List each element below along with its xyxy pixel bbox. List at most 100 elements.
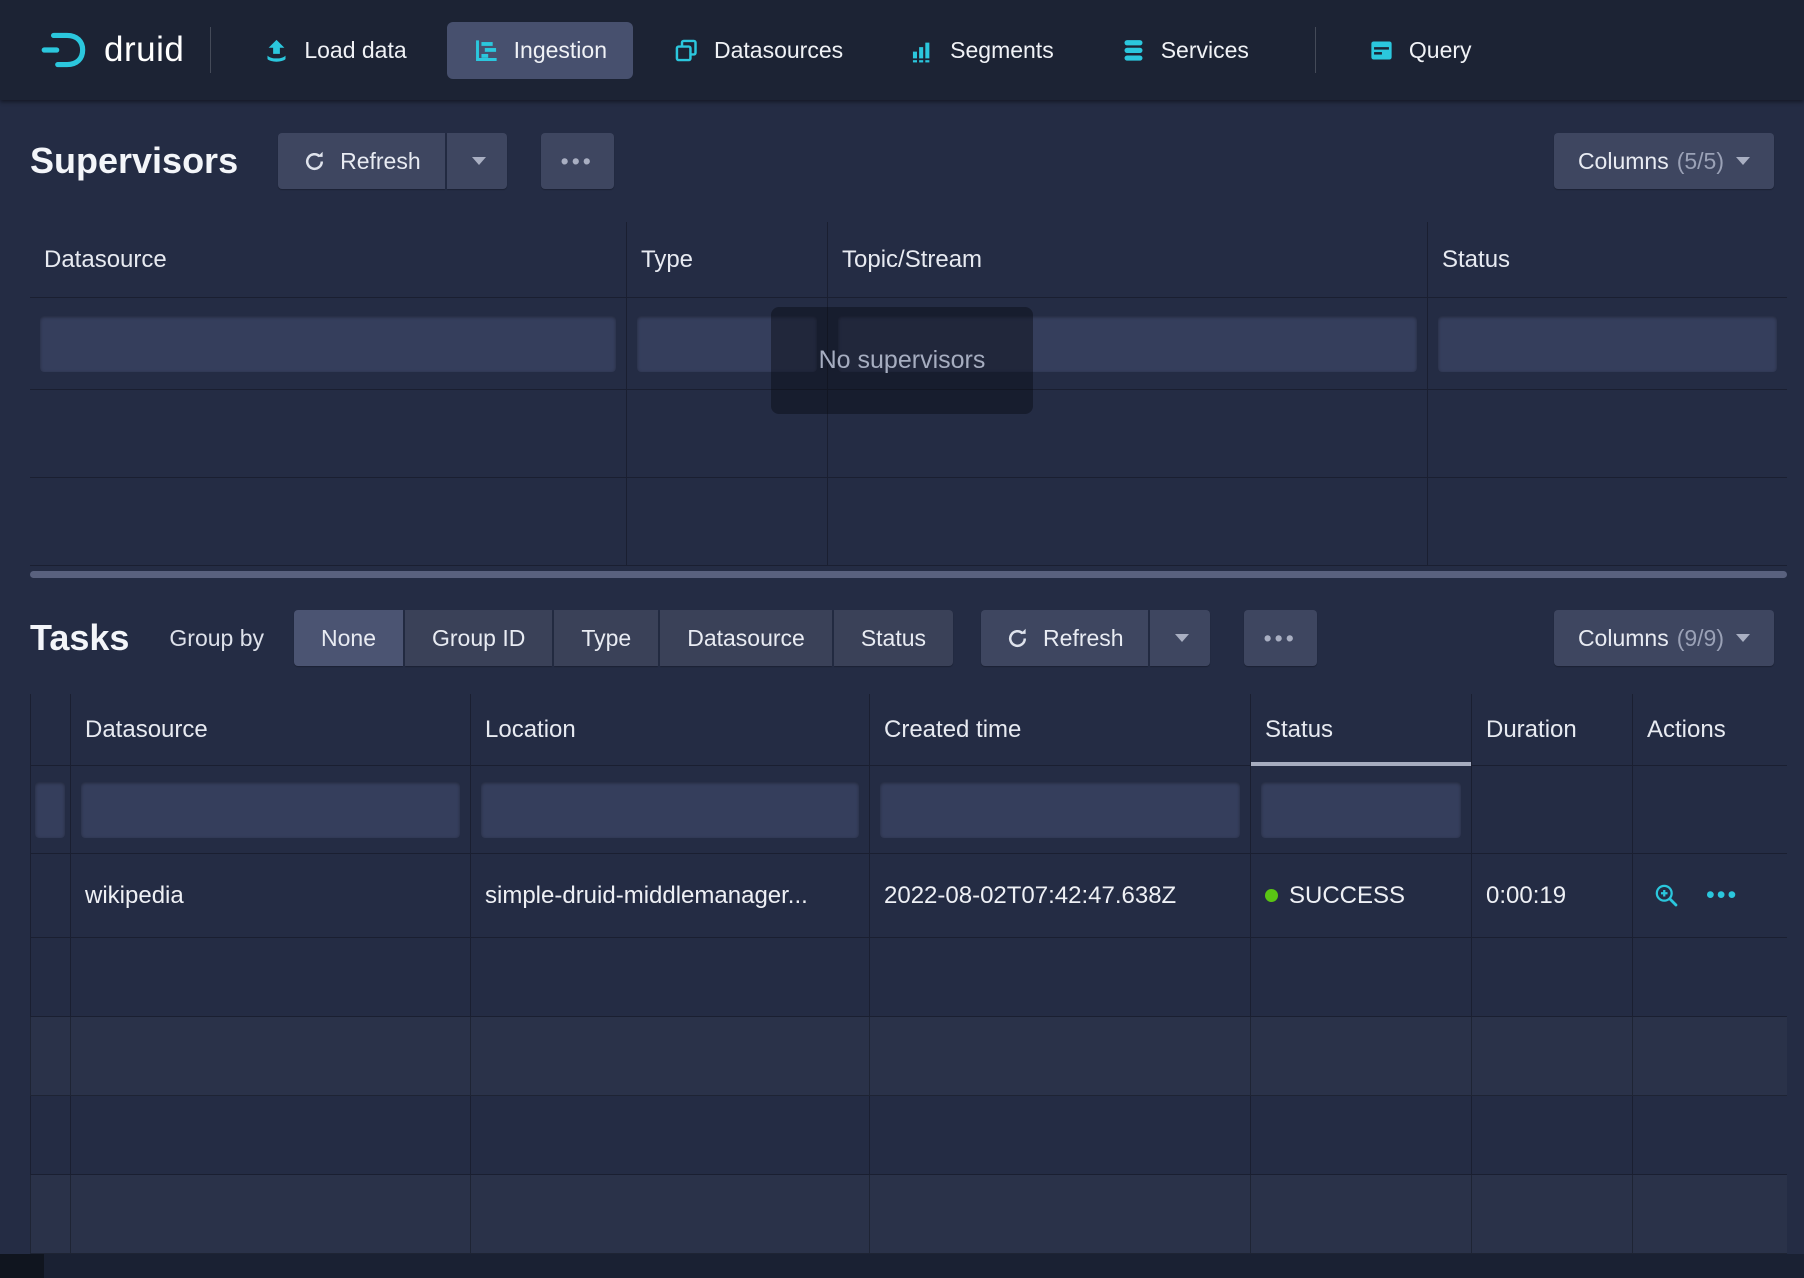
group-by-label: Group by (169, 625, 264, 652)
group-by-datasource-button[interactable]: Datasource (660, 610, 832, 666)
expand-column-header (30, 694, 71, 765)
column-header-location[interactable]: Location (471, 694, 870, 765)
filter-cell (828, 298, 1428, 389)
refresh-button-group: Refresh (981, 610, 1210, 666)
expand-cell (30, 854, 71, 937)
columns-count: (9/9) (1677, 625, 1724, 652)
nav-label: Segments (950, 37, 1054, 64)
group-by-type-button[interactable]: Type (554, 610, 658, 666)
column-header-duration[interactable]: Duration (1472, 694, 1633, 765)
location-filter-input[interactable] (481, 782, 859, 838)
table-row (30, 1017, 1787, 1096)
chevron-down-icon (1736, 157, 1750, 165)
scrollbar-thumb[interactable] (30, 571, 1787, 578)
tasks-more-button[interactable]: ••• (1244, 610, 1317, 666)
task-duration: 0:00:19 (1472, 854, 1633, 937)
task-datasource: wikipedia (71, 854, 471, 937)
tasks-table: Datasource Location Created time Status … (30, 694, 1787, 1254)
column-header-topic-stream[interactable]: Topic/Stream (828, 222, 1428, 297)
datasource-filter-input[interactable] (81, 782, 460, 838)
task-actions: ••• (1633, 854, 1787, 937)
columns-count: (5/5) (1677, 148, 1724, 175)
nav-label: Ingestion (514, 37, 607, 64)
query-icon (1368, 37, 1395, 64)
nav-load-data[interactable]: Load data (237, 22, 432, 79)
nav-segments[interactable]: Segments (883, 22, 1080, 79)
druid-logo[interactable]: druid (38, 29, 184, 71)
services-icon (1120, 37, 1147, 64)
row-more-actions-icon[interactable]: ••• (1706, 883, 1738, 908)
column-header-actions[interactable]: Actions (1633, 694, 1787, 765)
columns-label: Columns (1578, 625, 1669, 652)
tasks-title: Tasks (30, 617, 129, 659)
created-time-filter-input[interactable] (880, 782, 1240, 838)
supervisors-more-button[interactable]: ••• (541, 133, 614, 189)
horizontal-scrollbar[interactable] (30, 566, 1787, 582)
task-location: simple-druid-middlemanager... (471, 854, 870, 937)
refresh-icon (1005, 626, 1030, 651)
success-status-dot (1265, 889, 1278, 902)
more-icon: ••• (1264, 627, 1297, 650)
column-header-datasource[interactable]: Datasource (71, 694, 471, 765)
chevron-down-icon (1736, 634, 1750, 642)
tasks-refresh-dropdown-button[interactable] (1150, 610, 1210, 666)
nav-label: Load data (304, 37, 406, 64)
group-by-none-button[interactable]: None (294, 610, 403, 666)
table-row (30, 938, 1787, 1017)
refresh-button[interactable]: Refresh (278, 133, 445, 189)
expand-filter-input[interactable] (35, 782, 65, 838)
status-filter-input[interactable] (1438, 316, 1777, 372)
nav-divider (1315, 27, 1316, 73)
type-filter-input[interactable] (637, 316, 817, 372)
nav-datasources[interactable]: Datasources (647, 22, 869, 79)
table-row (30, 390, 1787, 478)
supervisors-section: Supervisors Refresh ••• Columns (5/5) (0, 100, 1804, 582)
supervisors-table-header: Datasource Type Topic/Stream Status (30, 222, 1787, 298)
status-badge: SUCCESS (1289, 882, 1405, 910)
table-row (30, 1175, 1787, 1254)
scrollbar-corner (0, 1254, 44, 1278)
nav-items: Load data Ingestion Datasources (237, 0, 1511, 100)
refresh-dropdown-button[interactable] (447, 133, 507, 189)
filter-cell (30, 766, 71, 853)
supervisors-filter-row (30, 298, 1787, 390)
bottom-scrollbar[interactable] (0, 1254, 1804, 1278)
task-row-wikipedia[interactable]: wikipedia simple-druid-middlemanager... … (30, 854, 1787, 938)
tasks-refresh-button[interactable]: Refresh (981, 610, 1148, 666)
supervisors-title: Supervisors (30, 140, 238, 182)
topic-stream-filter-input[interactable] (838, 316, 1417, 372)
nav-label: Query (1409, 37, 1472, 64)
table-row (30, 1096, 1787, 1175)
column-header-status[interactable]: Status (1251, 694, 1472, 765)
refresh-label: Refresh (340, 148, 421, 175)
table-row (30, 478, 1787, 566)
filter-cell (71, 766, 471, 853)
column-header-type[interactable]: Type (627, 222, 828, 297)
datasource-filter-input[interactable] (40, 316, 616, 372)
filter-cell (1633, 766, 1787, 853)
column-header-status[interactable]: Status (1428, 222, 1787, 297)
nav-ingestion[interactable]: Ingestion (447, 22, 633, 79)
nav-services[interactable]: Services (1094, 22, 1275, 79)
nav-label: Datasources (714, 37, 843, 64)
column-header-datasource[interactable]: Datasource (30, 222, 627, 297)
refresh-icon (302, 149, 327, 174)
magnifier-plus-icon[interactable] (1653, 882, 1680, 909)
tasks-header: Tasks Group by None Group ID Type Dataso… (0, 582, 1804, 694)
status-filter-input[interactable] (1261, 782, 1461, 838)
supervisors-columns-button[interactable]: Columns (5/5) (1554, 133, 1774, 189)
tasks-filter-row (30, 766, 1787, 854)
filter-cell (1472, 766, 1633, 853)
chevron-down-icon (1175, 634, 1189, 642)
more-icon: ••• (561, 150, 594, 173)
refresh-button-group: Refresh (278, 133, 507, 189)
filter-cell (627, 298, 828, 389)
tasks-columns-button[interactable]: Columns (9/9) (1554, 610, 1774, 666)
group-by-status-button[interactable]: Status (834, 610, 953, 666)
upload-icon (263, 37, 290, 64)
nav-label: Services (1161, 37, 1249, 64)
column-header-created-time[interactable]: Created time (870, 694, 1251, 765)
nav-query[interactable]: Query (1342, 22, 1498, 79)
group-by-group-id-button[interactable]: Group ID (405, 610, 552, 666)
task-status: SUCCESS (1251, 854, 1472, 937)
